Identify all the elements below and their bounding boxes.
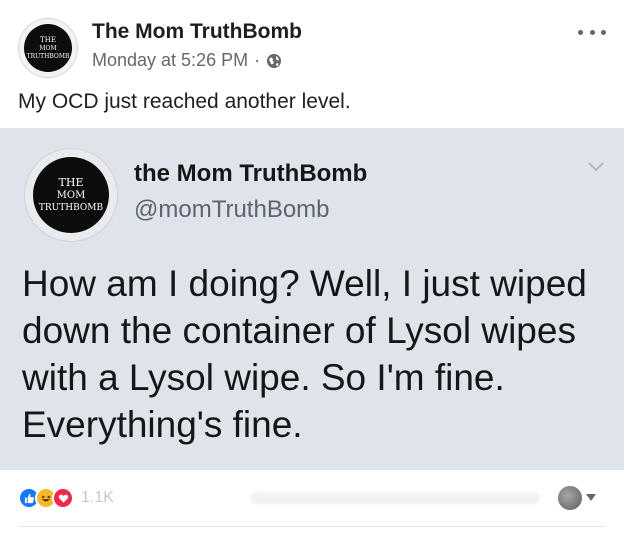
post-timestamp[interactable]: Monday at 5:26 PM — [92, 50, 248, 71]
avatar-logo-line3: TRUTHBOMB — [26, 52, 70, 60]
meta-separator: · — [254, 50, 261, 70]
chevron-down-icon — [588, 162, 604, 172]
tweet-avatar-logo: THE MOM TRUTHBOMB — [33, 157, 109, 233]
post-caption: My OCD just reached another level. — [18, 90, 351, 113]
post-header: THE MOM TRUTHBOMB The Mom TruthBomb Mond… — [18, 14, 606, 78]
love-icon — [52, 487, 74, 509]
tweet-avatar-logo-line3: TRUTHBOMB — [38, 203, 104, 213]
tweet-avatar-logo-line2: MOM — [56, 190, 86, 201]
caret-down-icon[interactable] — [586, 494, 596, 502]
globe-icon[interactable] — [266, 53, 282, 69]
tweet-avatar-logo-line1: THE — [58, 176, 84, 189]
tweet-text: How am I doing? Well, I just wiped down … — [22, 263, 587, 445]
more-dot — [578, 29, 583, 35]
more-dot — [589, 29, 595, 35]
embedded-tweet-image[interactable]: THE MOM TRUTHBOMB the Mom TruthBomb @mom… — [0, 128, 624, 470]
blurred-engagement-info — [250, 492, 540, 504]
post-meta: Monday at 5:26 PM · — [92, 50, 282, 71]
reactions-summary[interactable]: 1.1K — [18, 486, 114, 510]
page-avatar[interactable]: THE MOM TRUTHBOMB — [18, 18, 78, 78]
tweet-avatar: THE MOM TRUTHBOMB — [24, 148, 118, 242]
tweet-display-name: the Mom TruthBomb — [134, 160, 368, 187]
more-dot — [601, 29, 606, 35]
reaction-count[interactable]: 1.1K — [81, 489, 114, 507]
viewer-avatar[interactable] — [558, 486, 582, 510]
avatar-logo: THE MOM TRUTHBOMB — [24, 24, 72, 72]
post-author-name[interactable]: The Mom TruthBomb — [92, 20, 302, 44]
avatar-logo-line1: THE — [40, 35, 56, 44]
tweet-handle: @momTruthBomb — [134, 196, 330, 223]
facebook-post: THE MOM TRUTHBOMB The Mom TruthBomb Mond… — [0, 0, 624, 541]
more-icon[interactable] — [578, 24, 606, 40]
avatar-logo-line2: MOM — [39, 44, 57, 52]
divider — [18, 526, 606, 527]
